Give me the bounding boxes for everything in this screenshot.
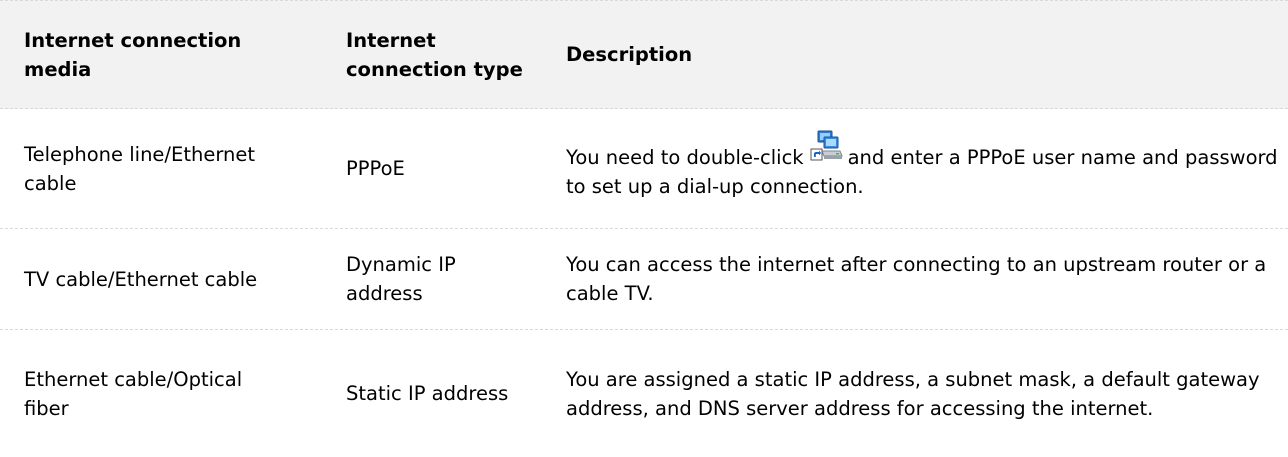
table-row: Ethernet cable/Optical fiber Static IP a…: [0, 330, 1288, 457]
header-media: Internet connection media: [24, 28, 242, 81]
header-type: Internet connection type: [346, 28, 523, 81]
cell-type: PPPoE: [346, 157, 405, 180]
cell-media: Telephone line/Ethernet cable: [24, 142, 255, 195]
table-header-row: Internet connection media Internet conne…: [0, 0, 1288, 109]
cell-description: You are assigned a static IP address, a …: [566, 367, 1260, 420]
cell-description: You can access the internet after connec…: [566, 253, 1267, 305]
cell-type: Dynamic IP address: [346, 253, 456, 305]
table-row: TV cable/Ethernet cable Dynamic IP addre…: [0, 229, 1288, 330]
description-text-before: You need to double-click: [566, 145, 804, 169]
cell-media: TV cable/Ethernet cable: [24, 267, 258, 291]
cell-media: Ethernet cable/Optical fiber: [24, 367, 243, 420]
table-row: Telephone line/Ethernet cable PPPoE You …: [0, 109, 1288, 229]
header-description: Description: [566, 43, 693, 66]
cell-type: Static IP address: [346, 382, 509, 405]
cell-description: You need to double-click and enter a PPP…: [566, 109, 1286, 228]
network-connection-shortcut-icon: [810, 130, 843, 167]
connection-types-table: Internet connection media Internet conne…: [0, 0, 1288, 457]
